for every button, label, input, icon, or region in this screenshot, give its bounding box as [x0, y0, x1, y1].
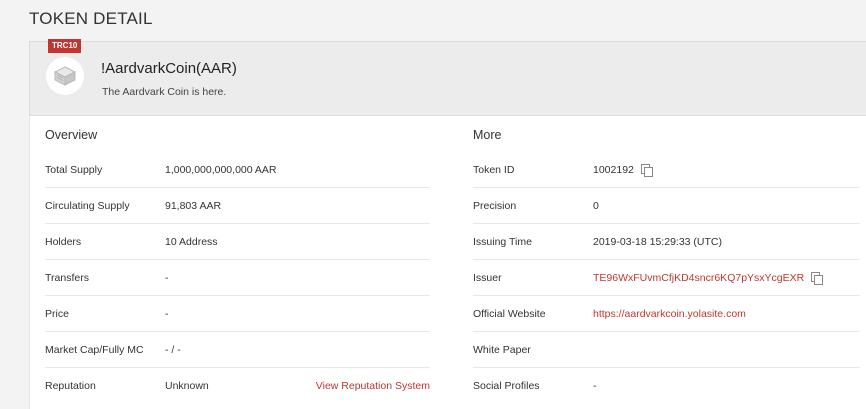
- row-label: Market Cap/Fully MC: [45, 343, 144, 356]
- row-label: Social Profiles: [473, 380, 540, 392]
- cube-icon: [53, 66, 77, 86]
- row-label: Holders: [45, 235, 82, 248]
- row-issuer: Issuer TE96WxFUvmCfjKD4sncr6KQ7pYsxYcgEX…: [473, 260, 860, 296]
- row-label: Issuer: [473, 271, 502, 284]
- more-title: More: [473, 128, 502, 142]
- row-label: White Paper: [473, 343, 531, 356]
- row-label: Circulating Supply: [45, 199, 130, 212]
- row-label: Precision: [473, 199, 517, 212]
- row-value: 91,803 AAR: [165, 199, 222, 212]
- row-value: 0: [593, 199, 599, 212]
- row-reputation: Reputation Unknown View Reputation Syste…: [45, 368, 430, 404]
- row-total-supply: Total Supply 1,000,000,000,000 AAR: [45, 152, 430, 188]
- row-circulating-supply: Circulating Supply 91,803 AAR: [45, 188, 430, 224]
- row-value: Unknown: [165, 380, 209, 392]
- copy-icon[interactable]: [640, 164, 653, 178]
- row-holders: Holders 10 Address: [45, 224, 430, 260]
- row-issuing-time: Issuing Time 2019-03-18 15:29:33 (UTC): [473, 224, 860, 260]
- row-transfers: Transfers -: [45, 260, 430, 296]
- row-token-id: Token ID 1002192: [473, 152, 860, 188]
- token-logo: [46, 57, 84, 95]
- row-value: 2019-03-18 15:29:33 (UTC): [593, 235, 722, 248]
- row-social-profiles: Social Profiles -: [473, 368, 860, 404]
- row-market-cap: Market Cap/Fully MC - / -: [45, 332, 430, 368]
- view-reputation-link[interactable]: View Reputation System: [316, 380, 430, 392]
- row-white-paper: White Paper: [473, 332, 860, 368]
- official-website-link[interactable]: https://aardvarkcoin.yolasite.com: [593, 308, 746, 320]
- token-name: !AardvarkCoin(AAR): [101, 60, 237, 77]
- row-value: -: [165, 271, 169, 284]
- row-label: Official Website: [473, 307, 546, 320]
- page-title: TOKEN DETAIL: [29, 9, 153, 28]
- row-label: Transfers: [45, 271, 89, 284]
- row-value: -: [165, 307, 169, 320]
- row-label: Issuing Time: [473, 235, 532, 248]
- copy-icon[interactable]: [811, 272, 824, 286]
- token-header: TRC10 !AardvarkCoin(AAR) The Aardvark Co…: [29, 39, 866, 116]
- overview-title: Overview: [45, 128, 98, 142]
- row-value: - / -: [165, 343, 181, 356]
- issuer-address-link[interactable]: TE96WxFUvmCfjKD4sncr6KQ7pYsxYcgEXR: [593, 272, 804, 284]
- token-details-panel: Overview Total Supply 1,000,000,000,000 …: [29, 116, 866, 409]
- row-value: 1,000,000,000,000 AAR: [165, 163, 277, 176]
- row-value: 1002192: [593, 163, 634, 176]
- row-precision: Precision 0: [473, 188, 860, 224]
- row-value: -: [593, 380, 597, 392]
- row-label: Total Supply: [45, 163, 103, 176]
- row-label: Reputation: [45, 380, 96, 392]
- token-type-badge: TRC10: [48, 39, 82, 53]
- row-value: 10 Address: [165, 235, 218, 248]
- row-price: Price -: [45, 296, 430, 332]
- token-description: The Aardvark Coin is here.: [102, 86, 227, 98]
- row-official-website: Official Website https://aardvarkcoin.yo…: [473, 296, 860, 332]
- row-label: Token ID: [473, 163, 515, 176]
- row-label: Price: [45, 307, 69, 320]
